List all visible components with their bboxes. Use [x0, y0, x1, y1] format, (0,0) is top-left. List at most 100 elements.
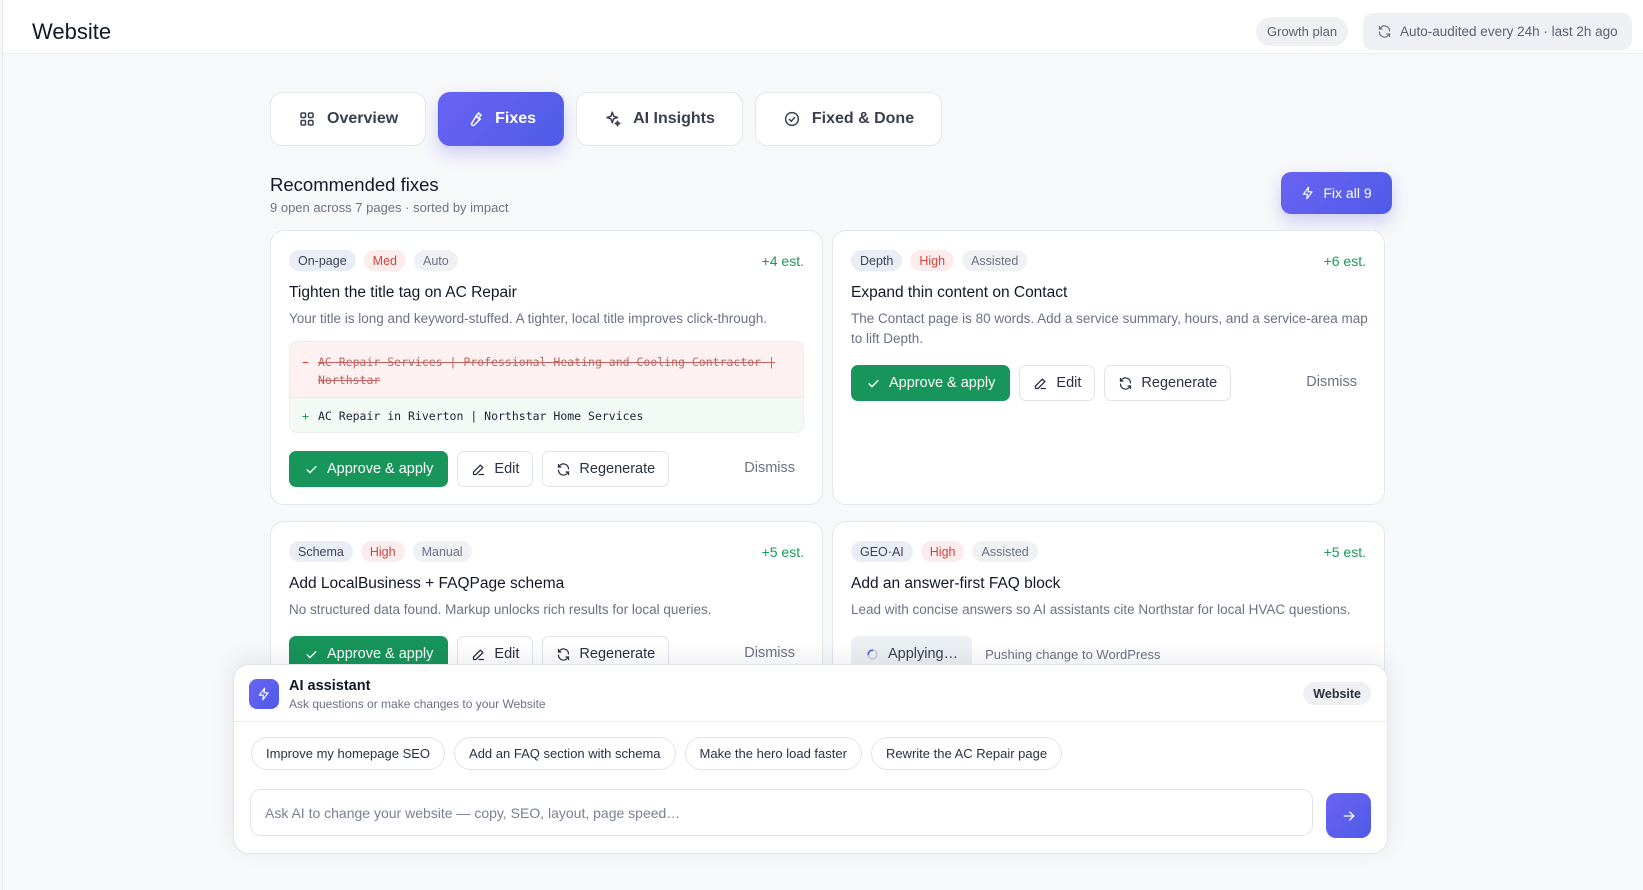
approve-label: Approve & apply — [327, 646, 434, 662]
fix-card: Depth High Assisted +6 est. Expand thin … — [832, 230, 1385, 505]
regenerate-label: Regenerate — [579, 461, 656, 477]
approve-label: Approve & apply — [327, 461, 434, 477]
impact-estimate: +4 est. — [761, 253, 804, 269]
tab-ai-insights[interactable]: AI Insights — [576, 92, 743, 146]
arrow-right-icon — [1343, 810, 1354, 821]
suggestion-chip[interactable]: Improve my homepage SEO — [251, 737, 446, 770]
fix-description: Lead with concise answers so AI assistan… — [851, 602, 1351, 617]
mode-tag: Assisted — [972, 541, 1038, 562]
refresh-icon — [1378, 25, 1391, 38]
suggestion-chips: Improve my homepage SEO Add an FAQ secti… — [251, 737, 1063, 770]
context-badge: Website — [1303, 682, 1371, 705]
fix-all-button[interactable]: Fix all 9 — [1281, 172, 1392, 214]
bolt-icon — [1303, 186, 1314, 200]
edit-label: Edit — [494, 461, 520, 477]
tab-fixed-done[interactable]: Fixed & Done — [754, 92, 943, 146]
audit-text: Auto-audited every 24h · last 2h ago — [1400, 24, 1618, 39]
mode-tag: Manual — [412, 541, 472, 562]
section-title: Recommended fixes — [270, 174, 439, 195]
fix-description: No structured data found. Markup unlocks… — [289, 602, 712, 617]
impact-estimate: +6 est. — [1323, 253, 1366, 269]
diff-removed-text: AC Repair Services | Professional Heatin… — [318, 355, 775, 387]
edit-label: Edit — [494, 646, 520, 662]
tab-label: Overview — [327, 110, 399, 127]
dismiss-button[interactable]: Dismiss — [1306, 374, 1357, 390]
refresh-icon — [558, 647, 570, 661]
dismiss-button[interactable]: Dismiss — [744, 460, 795, 476]
tag-list: Depth High Assisted — [851, 250, 1028, 271]
refresh-icon — [1120, 376, 1132, 390]
regenerate-label: Regenerate — [1141, 375, 1218, 391]
tab-label: AI Insights — [633, 110, 715, 127]
spinner-icon — [867, 648, 878, 660]
check-circle-icon — [784, 111, 799, 127]
audit-status[interactable]: Auto-audited every 24h · last 2h ago — [1363, 13, 1632, 50]
dismiss-button[interactable]: Dismiss — [744, 645, 795, 661]
regenerate-button[interactable]: Regenerate — [542, 451, 670, 487]
pencil-icon — [473, 649, 485, 660]
priority-tag: High — [360, 541, 405, 562]
check-icon — [306, 465, 317, 474]
ai-assistant-panel: AI assistant Ask questions or make chang… — [233, 664, 1388, 854]
tab-bar: Overview Fixes AI Insights Fixed & Done — [270, 92, 943, 146]
approve-apply-button[interactable]: Approve & apply — [289, 451, 449, 487]
card-actions: Approve & apply Edit Regenerate — [851, 365, 1232, 401]
ai-prompt-input[interactable] — [250, 789, 1313, 836]
regenerate-button[interactable]: Regenerate — [1104, 365, 1232, 401]
priority-tag: Med — [363, 250, 406, 271]
bolt-icon — [249, 679, 279, 709]
plan-badge: Growth plan — [1256, 17, 1349, 46]
fix-title: Add LocalBusiness + FAQPage schema — [289, 575, 565, 592]
category-tag: GEO·AI — [851, 541, 913, 562]
wrench-icon — [470, 111, 483, 127]
fix-description: Your title is long and keyword-stuffed. … — [289, 311, 767, 326]
check-icon — [306, 650, 317, 659]
edit-button[interactable]: Edit — [457, 451, 534, 487]
mode-tag: Auto — [413, 250, 458, 271]
tab-overview[interactable]: Overview — [270, 92, 427, 146]
tab-label: Fixed & Done — [811, 110, 915, 127]
priority-tag: High — [920, 541, 965, 562]
pencil-icon — [473, 464, 485, 475]
fix-description: The Contact page is 80 words. Add a serv… — [851, 311, 1368, 346]
send-button[interactable] — [1326, 793, 1371, 838]
fix-all-label: Fix all 9 — [1323, 185, 1372, 201]
title-diff: − AC Repair Services | Professional Heati… — [289, 341, 804, 433]
app-window: Website Growth plan Auto-audited every 2… — [2, 0, 1643, 890]
card-actions: Approve & apply Edit Regenerate — [289, 451, 670, 487]
mode-tag: Assisted — [962, 250, 1028, 271]
check-icon — [868, 379, 879, 388]
priority-tag: High — [910, 250, 955, 271]
suggestion-chip[interactable]: Make the hero load faster — [684, 737, 862, 770]
tag-list: On-page Med Auto — [289, 250, 458, 271]
applying-label: Applying… — [888, 646, 959, 662]
fix-title: Add an answer-first FAQ block — [851, 575, 1061, 592]
tab-label: Fixes — [495, 110, 537, 127]
category-tag: Schema — [289, 541, 353, 562]
sparkle-icon — [606, 111, 621, 127]
impact-estimate: +5 est. — [761, 544, 804, 560]
suggestion-chip[interactable]: Rewrite the AC Repair page — [870, 737, 1063, 770]
page-title: Website — [32, 19, 112, 44]
assistant-title: AI assistant — [289, 678, 371, 694]
diff-added-text: AC Repair in Riverton | Northstar Home S… — [318, 409, 644, 423]
approve-label: Approve & apply — [889, 375, 996, 391]
assistant-subtitle: Ask questions or make changes to your We… — [289, 697, 546, 711]
tab-fixes[interactable]: Fixes — [438, 92, 565, 146]
pencil-icon — [1035, 378, 1047, 389]
assistant-header: AI assistant Ask questions or make chang… — [234, 665, 1387, 722]
top-bar: Website Growth plan Auto-audited every 2… — [3, 0, 1643, 54]
approve-apply-button[interactable]: Approve & apply — [851, 365, 1011, 401]
diff-removed: − AC Repair Services | Professional Heati… — [290, 342, 803, 397]
tag-list: Schema High Manual — [289, 541, 472, 562]
category-tag: Depth — [851, 250, 903, 271]
edit-button[interactable]: Edit — [1019, 365, 1096, 401]
section-subtitle: 9 open across 7 pages · sorted by impact — [270, 200, 509, 215]
diff-added: + AC Repair in Riverton | Northstar Home … — [290, 397, 803, 432]
suggestion-chip[interactable]: Add an FAQ section with schema — [454, 737, 676, 770]
fix-title: Tighten the title tag on AC Repair — [289, 284, 517, 301]
regenerate-label: Regenerate — [579, 646, 656, 662]
tag-list: GEO·AI High Assisted — [851, 541, 1038, 562]
fix-card: On-page Med Auto +4 est. Tighten the tit… — [270, 230, 823, 505]
edit-label: Edit — [1056, 375, 1082, 391]
